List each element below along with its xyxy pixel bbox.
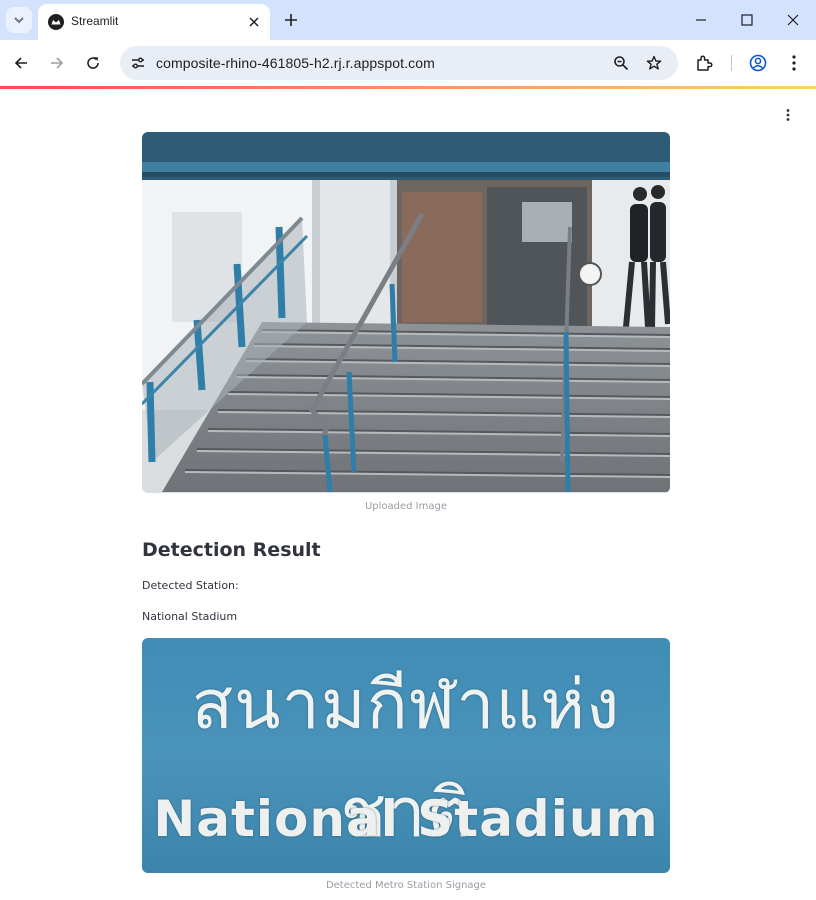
browser-tab-strip: Streamlit xyxy=(0,0,816,40)
browser-tab[interactable]: Streamlit xyxy=(38,4,270,40)
uploaded-image-caption: Uploaded Image xyxy=(364,501,448,512)
detected-station-name: National Stadium xyxy=(142,610,238,623)
streamlit-favicon xyxy=(48,14,64,30)
detected-station-label: Detected Station: xyxy=(142,579,239,592)
signage-caption: Detected Metro Station Signage xyxy=(325,880,487,891)
address-bar[interactable]: composite-rhino-461805-h2.rj.r.appspot.c… xyxy=(120,46,678,80)
tab-title: Streamlit xyxy=(71,14,119,28)
browser-toolbar: composite-rhino-461805-h2.rj.r.appspot.c… xyxy=(0,40,816,86)
url-text: composite-rhino-461805-h2.rj.r.appspot.c… xyxy=(156,55,435,71)
minimize-icon[interactable] xyxy=(688,7,714,33)
plus-icon[interactable] xyxy=(280,9,302,31)
tab-search-icon[interactable] xyxy=(6,7,32,33)
app-menu-icon[interactable] xyxy=(778,105,798,125)
signage-english-text: National Stadium xyxy=(153,790,659,848)
toolbar-divider xyxy=(731,55,732,71)
streamlit-app: Uploaded Image Detection Result Detected… xyxy=(0,89,816,900)
zoom-icon[interactable] xyxy=(611,53,631,73)
star-icon[interactable] xyxy=(644,53,664,73)
uploaded-image xyxy=(142,132,670,493)
kebab-menu-icon[interactable] xyxy=(782,51,806,75)
maximize-icon[interactable] xyxy=(734,7,760,33)
window-close-icon[interactable] xyxy=(780,7,806,33)
profile-icon[interactable] xyxy=(746,51,770,75)
close-icon[interactable] xyxy=(244,12,264,32)
site-info-icon[interactable] xyxy=(128,53,148,73)
extensions-icon[interactable] xyxy=(692,51,716,75)
reload-icon[interactable] xyxy=(79,49,107,77)
forward-arrow-icon[interactable] xyxy=(43,49,71,77)
back-arrow-icon[interactable] xyxy=(7,49,35,77)
detection-result-heading: Detection Result xyxy=(142,539,321,561)
station-signage-image: สนามกีฬาแห่งชาติ National Stadium xyxy=(142,638,670,873)
